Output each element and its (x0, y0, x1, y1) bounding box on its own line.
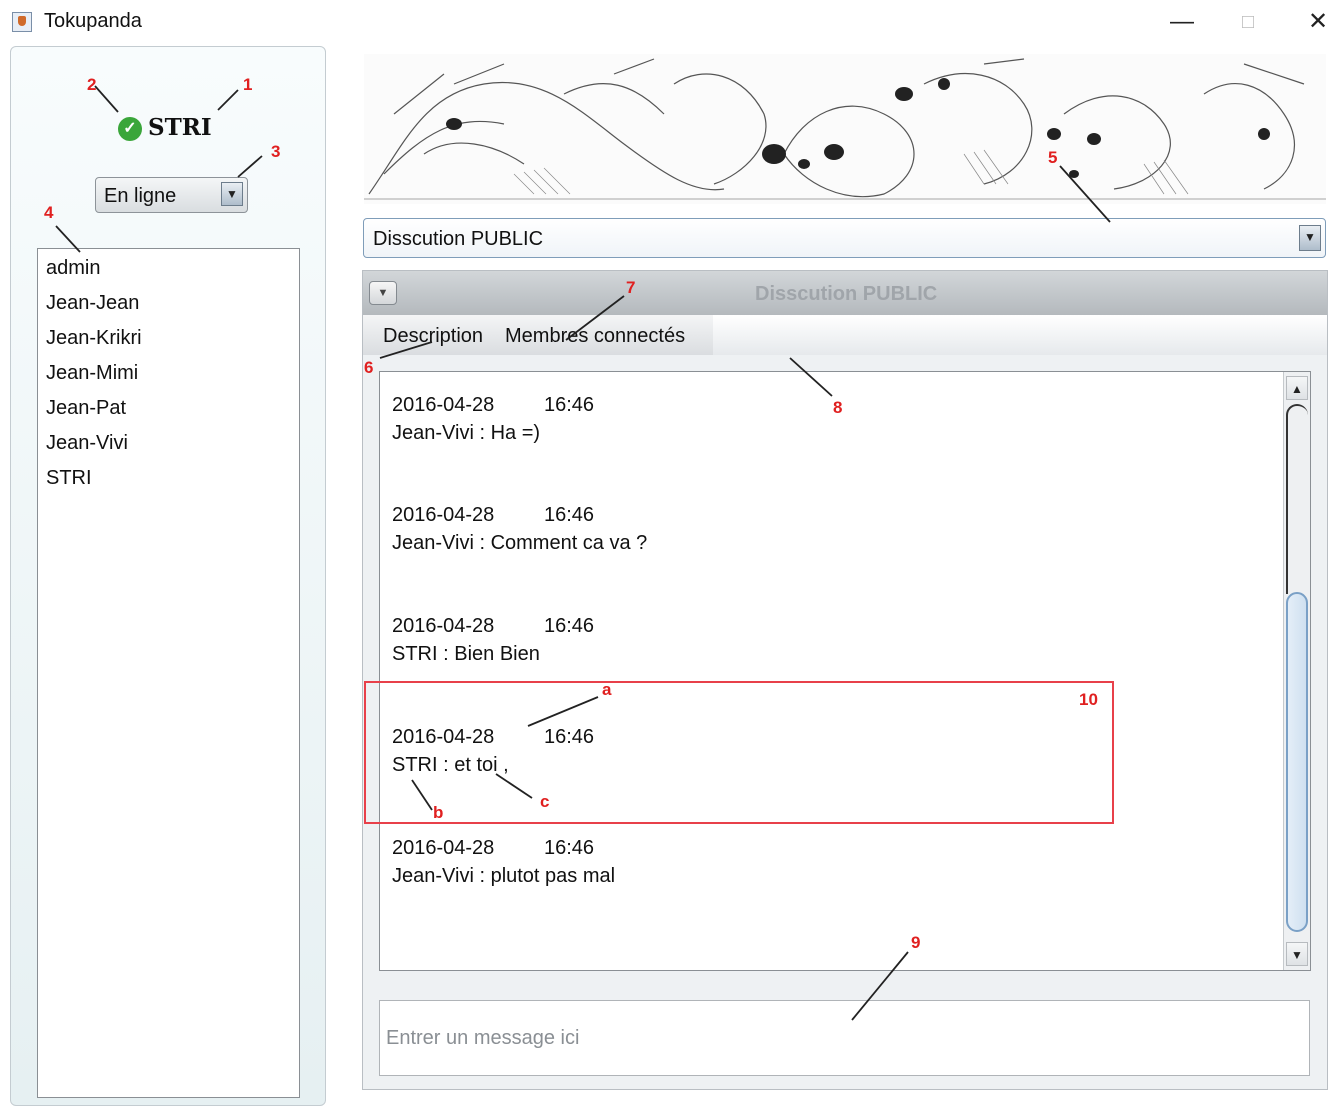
discussion-menu-bar: Description Membres connectés (363, 315, 1327, 355)
message-time: 16:46 (544, 394, 595, 416)
menu-description[interactable]: Description (383, 325, 483, 348)
maximize-button[interactable]: □ (1226, 6, 1270, 38)
status-select-value: En ligne (104, 185, 177, 207)
annotation-label: 6 (364, 358, 374, 377)
annotation-label: 10 (1079, 690, 1098, 709)
discussion-select-value: Disscution PUBLIC (373, 228, 544, 250)
java-app-icon (12, 12, 32, 32)
window-title: Tokupanda (44, 10, 142, 32)
message-date: 2016-04-28 (392, 726, 495, 748)
annotation-label: b (433, 803, 444, 822)
annotation-label: 9 (911, 933, 921, 952)
annotation-label: 4 (44, 203, 54, 222)
message-text: Jean-Vivi : plutot pas mal (392, 865, 616, 887)
user-list-item[interactable]: Jean-Krikri (46, 327, 142, 350)
discussion-panel-title: Disscution PUBLIC (755, 283, 938, 305)
message-text: STRI : Bien Bien (392, 643, 540, 665)
message-time: 16:46 (544, 504, 595, 526)
current-user-name: STRI (148, 114, 212, 141)
annotation-label: 2 (87, 75, 97, 94)
user-list-item[interactable]: Jean-Vivi (46, 432, 128, 455)
message-text: Jean-Vivi : Comment ca va ? (392, 532, 648, 554)
message-date: 2016-04-28 (392, 504, 495, 526)
minimize-button[interactable]: — (1160, 6, 1204, 38)
discussion-panel-header: ▼ Disscution PUBLIC (363, 271, 1327, 315)
close-button[interactable]: ✕ (1296, 6, 1336, 38)
message-time: 16:46 (544, 615, 595, 637)
message-time: 16:46 (544, 837, 595, 859)
annotation-label: a (602, 680, 612, 699)
scrollbar-thumb[interactable] (1286, 592, 1308, 932)
annotation-label: 3 (271, 142, 281, 161)
discussion-select[interactable]: Disscution PUBLIC ▼ (363, 218, 1326, 258)
message-input[interactable] (379, 1000, 1310, 1076)
message-text: Jean-Vivi : Ha =) (392, 422, 541, 444)
message-text: STRI : et toi , (392, 754, 509, 776)
message-date: 2016-04-28 (392, 394, 495, 416)
check-circle-icon: ✓ (118, 117, 142, 141)
annotation-label: 1 (243, 75, 253, 94)
menu-connected-members[interactable]: Membres connectés (505, 325, 685, 348)
panda-sketch-illustration (364, 58, 1326, 200)
chat-scrollbar[interactable]: ▲ ▼ (1283, 372, 1310, 970)
dropdown-arrow-icon[interactable]: ▼ (221, 182, 243, 206)
message-date: 2016-04-28 (392, 615, 495, 637)
user-list-item[interactable]: Jean-Mimi (46, 362, 138, 385)
message-time: 16:46 (544, 726, 595, 748)
dropdown-arrow-icon[interactable]: ▼ (1299, 225, 1321, 251)
panda-banner-image (364, 54, 1326, 204)
scrollbar-track[interactable] (1286, 404, 1308, 594)
message-date: 2016-04-28 (392, 837, 495, 859)
annotation-label: c (540, 792, 550, 811)
user-list-item[interactable]: admin (46, 257, 100, 280)
scroll-up-arrow-icon[interactable]: ▲ (1286, 376, 1308, 400)
user-list[interactable]: admin Jean-Jean Jean-Krikri Jean-Mimi Je… (37, 248, 300, 1098)
user-list-item[interactable]: Jean-Pat (46, 397, 126, 420)
annotation-label: 5 (1048, 148, 1058, 167)
status-select[interactable]: En ligne ▼ (95, 177, 248, 213)
annotation-label: 8 (833, 398, 843, 417)
user-list-item[interactable]: STRI (46, 467, 92, 490)
title-bar: Tokupanda — □ ✕ (0, 0, 1336, 44)
user-list-item[interactable]: Jean-Jean (46, 292, 139, 315)
annotation-label: 7 (626, 278, 636, 297)
chat-message-area[interactable]: 2016-04-28 16:46 Jean-Vivi : Ha =) 2016-… (379, 371, 1311, 971)
scroll-down-arrow-icon[interactable]: ▼ (1286, 942, 1308, 966)
collapse-toggle-button[interactable]: ▼ (369, 281, 397, 305)
